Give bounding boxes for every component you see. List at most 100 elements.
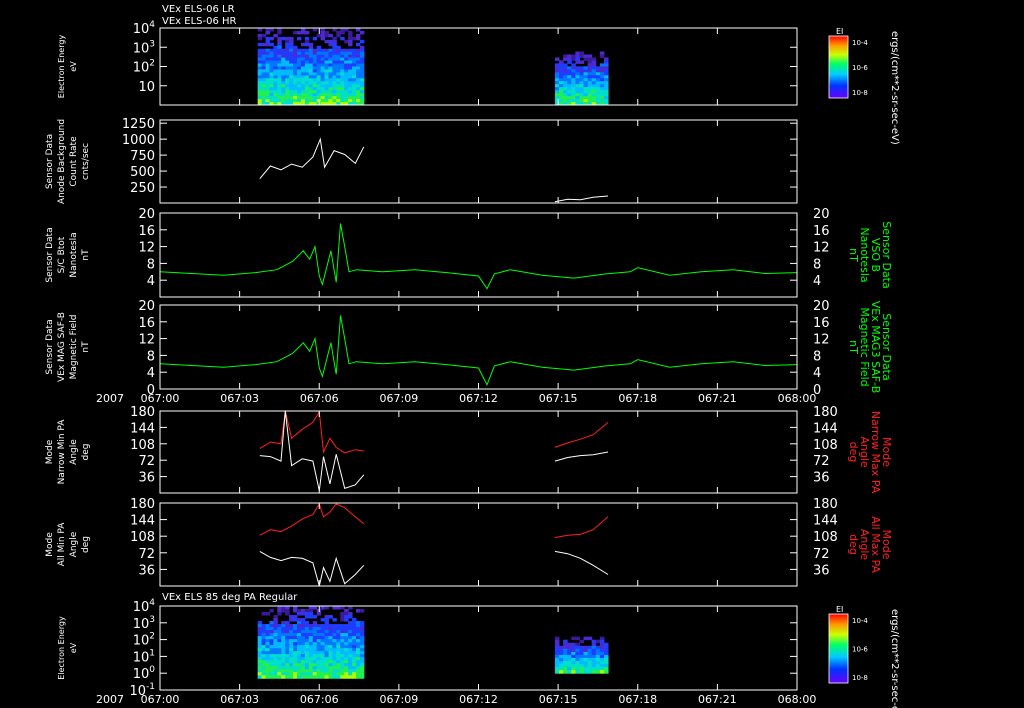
- spectrogram-cell: [328, 75, 333, 79]
- spectrogram-cell: [296, 633, 302, 637]
- spectrogram-cell: [261, 48, 267, 53]
- spectrogram-cell: [332, 63, 337, 67]
- y-tick-label: 180: [130, 497, 155, 512]
- spectrogram-cell: [300, 84, 306, 88]
- spectrogram-cell: [591, 664, 597, 668]
- spectrogram-cell: [563, 642, 568, 647]
- x-tick-label: 067:03: [220, 392, 259, 405]
- spectrogram-cell: [575, 667, 580, 671]
- spectrogram-cell: [348, 51, 353, 56]
- spectrogram-cell: [320, 36, 326, 41]
- spectrogram-cell: [603, 84, 609, 88]
- spectrogram-cell: [316, 54, 322, 59]
- spectrogram-cell: [257, 54, 263, 59]
- x-tick-label: 067:03: [220, 693, 259, 706]
- spectrogram-cell: [296, 612, 302, 616]
- spectrogram-cell: [269, 54, 274, 59]
- spectrogram-cell: [312, 639, 318, 643]
- spectrogram-cell: [355, 654, 361, 658]
- spectrogram-cell: [344, 51, 349, 56]
- spectrogram-cell: [352, 90, 357, 94]
- spectrogram-cell: [265, 675, 270, 679]
- spectrogram-cell: [293, 606, 298, 610]
- spectrogram-cell: [554, 72, 560, 76]
- spectrogram-cell: [332, 48, 337, 53]
- spectrogram-cell: [269, 28, 274, 32]
- spectrogram-cell: [265, 84, 270, 88]
- spectrogram-cell: [281, 642, 286, 646]
- spectrogram-cell: [328, 42, 333, 47]
- spectrogram-cell: [352, 651, 357, 655]
- spectrogram-cell: [273, 90, 278, 94]
- spectrogram-cell: [352, 657, 357, 661]
- spectrogram-cell: [587, 93, 593, 97]
- spectrogram-cell: [285, 609, 290, 613]
- spectrogram-cell: [340, 72, 345, 76]
- spectrogram-cell: [304, 669, 310, 673]
- spectrogram-cell: [265, 39, 270, 44]
- spectrogram-cell: [261, 660, 267, 664]
- spectrogram-cell: [300, 645, 306, 649]
- spectrogram-cell: [563, 87, 568, 91]
- spectrogram-cell: [591, 645, 597, 650]
- spectrogram-cell: [324, 51, 329, 56]
- spectrogram-cell: [328, 78, 333, 82]
- spectrogram-cell: [355, 627, 361, 631]
- spectrogram-cell: [312, 633, 318, 637]
- spectrogram-cell: [304, 642, 310, 646]
- spectrogram-cell: [563, 78, 568, 82]
- spectrogram-cell: [591, 87, 597, 91]
- spectrogram-cell: [591, 75, 597, 79]
- spectrogram-cell: [285, 90, 290, 94]
- spectrogram-cell: [293, 63, 298, 67]
- spectrogram-cell: [289, 36, 294, 41]
- spectrogram-cell: [308, 93, 314, 97]
- spectrogram-cell: [257, 81, 263, 85]
- spectrogram-cell: [348, 651, 353, 655]
- spectrogram-cell: [554, 661, 560, 665]
- spectrogram-cell: [587, 654, 593, 659]
- y-axis-label-line: deg: [81, 444, 91, 461]
- spectrogram-cell: [281, 672, 286, 676]
- series-line-narrow_pa-0-0: [259, 410, 364, 454]
- spectrogram-cell: [312, 615, 318, 619]
- spectrogram-cell: [583, 664, 589, 668]
- spectrogram-cell: [300, 57, 306, 62]
- spectrogram-cell: [261, 636, 267, 640]
- spectrogram-cell: [277, 54, 282, 59]
- spectrogram-cell: [599, 99, 605, 103]
- spectrogram-cell: [293, 99, 298, 103]
- spectrogram-cell: [352, 639, 357, 643]
- spectrogram-cell: [563, 69, 568, 73]
- spectrogram-cell: [261, 639, 267, 643]
- spectrogram-cell: [308, 42, 314, 47]
- spectrogram-cell: [285, 624, 290, 628]
- spectrogram-cell: [261, 633, 267, 637]
- spectrogram-cell: [344, 81, 349, 85]
- spectrogram-cell: [289, 63, 294, 67]
- spectrogram-cell: [554, 81, 560, 85]
- spectrogram-cell: [336, 81, 341, 85]
- spectrogram-cell: [312, 57, 318, 62]
- spectrogram-cell: [575, 87, 580, 91]
- spectrogram-cell: [355, 54, 361, 59]
- spectrogram-cell: [575, 66, 580, 70]
- x-tick-label: 067:12: [459, 693, 498, 706]
- spectrogram-cell: [336, 675, 341, 679]
- spectrogram-cell: [563, 648, 568, 653]
- y-axis-label-line: nT: [81, 341, 91, 353]
- spectrogram-cell: [265, 60, 270, 65]
- spectrogram-cell: [300, 75, 306, 79]
- spectrogram-cell: [591, 78, 597, 82]
- spectrogram-cell: [340, 66, 345, 70]
- y-axis-label-line: Electron Energy: [57, 35, 66, 99]
- spectrogram-cell: [575, 90, 580, 94]
- spectrogram-cell: [281, 99, 286, 103]
- spectrogram-cell: [316, 651, 322, 655]
- spectrogram-cell: [332, 672, 337, 676]
- spectrogram-cell: [340, 660, 345, 664]
- y-tick-label: 180: [130, 405, 155, 420]
- spectrogram-cell: [265, 51, 270, 56]
- spectrogram-cell: [344, 651, 349, 655]
- y-tick-label: 144: [130, 514, 155, 529]
